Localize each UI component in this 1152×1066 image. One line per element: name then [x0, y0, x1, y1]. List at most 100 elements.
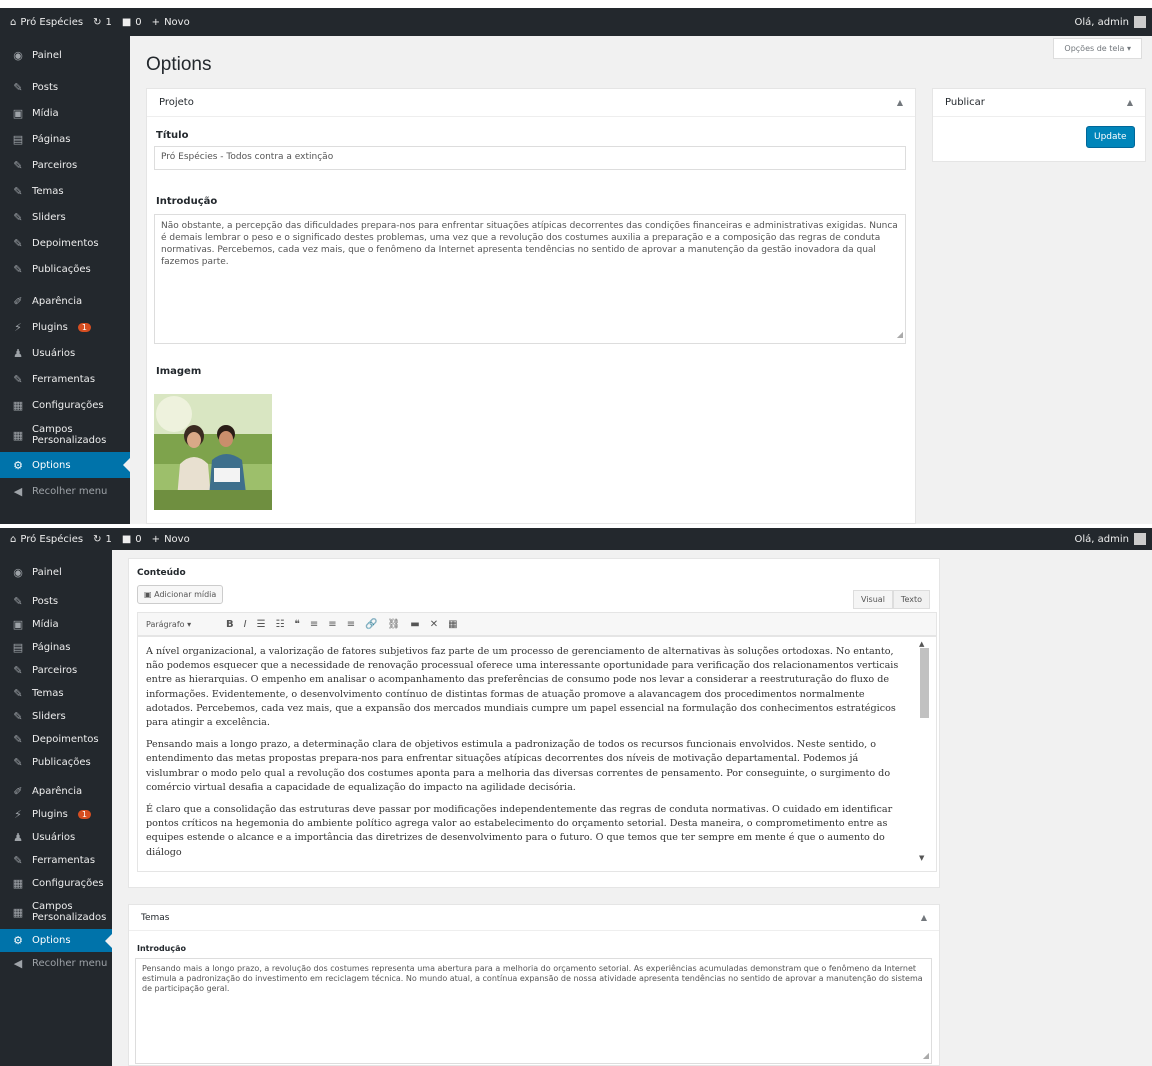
numbered-list-icon[interactable]: ☷: [276, 619, 285, 630]
pin-icon: ✎: [13, 262, 23, 276]
sidebar-item-depoimentos[interactable]: ✎ Depoimentos: [0, 728, 112, 751]
sidebar-item-ferramentas[interactable]: ✎ Ferramentas: [0, 366, 130, 392]
projeto-image[interactable]: [154, 394, 272, 510]
collapse-menu-button[interactable]: ◀ Recolher menu: [0, 478, 130, 504]
editor-tabs: Visual Texto: [853, 590, 930, 609]
editor-scroll-thumb[interactable]: [920, 648, 929, 718]
toggle-arrow-icon[interactable]: ▲: [921, 913, 927, 922]
link-icon[interactable]: 🔗: [365, 619, 377, 630]
sidebar-item-depoimentos[interactable]: ✎ Depoimentos: [0, 230, 130, 256]
fields-icon: ▦: [12, 428, 24, 442]
sidebar-item-configuracoes[interactable]: ▦ Configurações: [0, 872, 112, 895]
publicar-box-header[interactable]: Publicar ▲: [933, 89, 1145, 117]
comments-link[interactable]: ■ 0: [122, 534, 142, 545]
updates-icon: ↻: [93, 16, 102, 28]
account-menu[interactable]: Olá, admin: [1075, 16, 1146, 28]
site-name-link[interactable]: ⌂ Pró Espécies: [10, 534, 83, 545]
updates-link[interactable]: ↻ 1: [93, 17, 112, 28]
account-menu[interactable]: Olá, admin: [1075, 533, 1146, 545]
content-paragraph: A nível organizacional, a valorização de…: [146, 646, 899, 729]
dashboard-icon: ◉: [13, 565, 23, 579]
sidebar-item-sliders[interactable]: ✎ Sliders: [0, 204, 130, 230]
site-name-link[interactable]: ⌂ Pró Espécies: [10, 17, 83, 28]
sidebar-item-publicacoes[interactable]: ✎ Publicações: [0, 256, 130, 282]
scroll-down-icon[interactable]: ▼: [919, 854, 924, 862]
fullscreen-icon[interactable]: ✕: [430, 619, 438, 630]
home-icon: ⌂: [10, 533, 17, 545]
screen-options-button[interactable]: Opções de tela ▾: [1053, 38, 1142, 59]
content-paragraph: É claro que a consolidação das estrutura…: [146, 804, 893, 858]
updates-icon: ↻: [93, 533, 102, 545]
blockquote-icon[interactable]: ❝: [295, 619, 300, 630]
titulo-field[interactable]: Pró Espécies - Todos contra a extinção: [154, 146, 906, 170]
page-icon: ▤: [12, 641, 24, 654]
update-button[interactable]: Update: [1086, 126, 1135, 148]
sidebar-item-midia[interactable]: ▣ Mídia: [0, 613, 112, 636]
pin-icon: ✎: [13, 710, 23, 723]
comments-link[interactable]: ■ 0: [122, 17, 142, 28]
temas-introducao-label: Introdução: [137, 944, 186, 953]
sidebar-item-aparencia[interactable]: ✐ Aparência: [0, 780, 112, 803]
pin-icon: ✎: [13, 210, 23, 224]
align-right-icon[interactable]: ≡: [347, 619, 355, 630]
resize-handle-icon[interactable]: ◢: [897, 329, 903, 341]
toolbar-toggle-icon[interactable]: ▦: [448, 619, 457, 630]
scroll-up-icon[interactable]: ▲: [919, 640, 924, 648]
sidebar-item-publicacoes[interactable]: ✎ Publicações: [0, 751, 112, 774]
sidebar-item-parceiros[interactable]: ✎ Parceiros: [0, 152, 130, 178]
unlink-icon[interactable]: ⛓: [388, 619, 401, 630]
bold-icon[interactable]: B: [226, 619, 234, 630]
sidebar-item-options[interactable]: ⚙ Options: [0, 929, 112, 952]
sidebar-item-plugins[interactable]: ⚡ Plugins 1: [0, 314, 130, 340]
home-icon: ⌂: [10, 16, 17, 28]
new-content-link[interactable]: + Novo: [152, 17, 190, 28]
comment-icon: ■: [121, 16, 132, 28]
sidebar-item-temas[interactable]: ✎ Temas: [0, 682, 112, 705]
sidebar-item-campos-personalizados[interactable]: ▦ Campos Personalizados: [0, 895, 112, 929]
sidebar-item-aparencia[interactable]: ✐ Aparência: [0, 288, 130, 314]
sidebar-item-usuarios[interactable]: ♟ Usuários: [0, 826, 112, 849]
new-content-link[interactable]: + Novo: [152, 534, 190, 545]
sidebar-item-sliders[interactable]: ✎ Sliders: [0, 705, 112, 728]
temas-introducao-textarea[interactable]: Pensando mais a longo prazo, a revolução…: [135, 958, 932, 1064]
sidebar-item-paginas[interactable]: ▤ Páginas: [0, 636, 112, 659]
sidebar-item-ferramentas[interactable]: ✎ Ferramentas: [0, 849, 112, 872]
tab-texto[interactable]: Texto: [892, 590, 930, 609]
sidebar: ◉ Painel ✎ Posts ▣ Mídia ▤ Páginas ✎ Parceiro…: [0, 550, 112, 1066]
updates-link[interactable]: ↻ 1: [93, 534, 112, 545]
pin-icon: ✎: [13, 184, 23, 198]
align-center-icon[interactable]: ≡: [328, 619, 336, 630]
sidebar-item-parceiros[interactable]: ✎ Parceiros: [0, 659, 112, 682]
sidebar-item-posts[interactable]: ✎ Posts: [0, 590, 112, 613]
media-icon: ▣: [12, 618, 24, 631]
sidebar-item-configuracoes[interactable]: ▦ Configurações: [0, 392, 130, 418]
toggle-arrow-icon[interactable]: ▲: [897, 98, 903, 107]
projeto-box-header[interactable]: Projeto ▲: [147, 89, 915, 117]
italic-icon[interactable]: I: [244, 619, 247, 630]
format-select[interactable]: Parágrafo ▾: [146, 620, 216, 629]
read-more-icon[interactable]: ▬: [410, 619, 419, 630]
temas-box-header[interactable]: Temas ▲: [129, 905, 939, 931]
toggle-arrow-icon[interactable]: ▲: [1127, 98, 1133, 107]
sidebar-item-options[interactable]: ⚙ Options: [0, 452, 130, 478]
bullet-list-icon[interactable]: ☰: [257, 619, 266, 630]
sidebar-item-paginas[interactable]: ▤ Páginas: [0, 126, 130, 152]
comment-icon: ■: [121, 533, 132, 545]
conteudo-editor[interactable]: A nível organizacional, a valorização de…: [137, 636, 937, 872]
sidebar-item-midia[interactable]: ▣ Mídia: [0, 100, 130, 126]
sidebar-item-temas[interactable]: ✎ Temas: [0, 178, 130, 204]
users-icon: ♟: [13, 831, 23, 844]
sidebar-item-painel[interactable]: ◉ Painel: [0, 42, 130, 68]
settings-icon: ▦: [12, 398, 24, 412]
tab-visual[interactable]: Visual: [853, 590, 893, 609]
add-media-button[interactable]: ▣ Adicionar mídia: [137, 585, 224, 604]
align-left-icon[interactable]: ≡: [310, 619, 318, 630]
sidebar-item-painel[interactable]: ◉ Painel: [0, 560, 112, 584]
resize-handle-icon[interactable]: ◢: [923, 1051, 929, 1061]
introducao-textarea[interactable]: Não obstante, a percepção das dificuldad…: [154, 214, 906, 344]
sidebar-item-campos-personalizados[interactable]: ▦ Campos Personalizados: [0, 418, 130, 452]
sidebar-item-posts[interactable]: ✎ Posts: [0, 74, 130, 100]
sidebar-item-plugins[interactable]: ⚡ Plugins 1: [0, 803, 112, 826]
collapse-menu-button[interactable]: ◀ Recolher menu: [0, 952, 112, 975]
sidebar-item-usuarios[interactable]: ♟ Usuários: [0, 340, 130, 366]
